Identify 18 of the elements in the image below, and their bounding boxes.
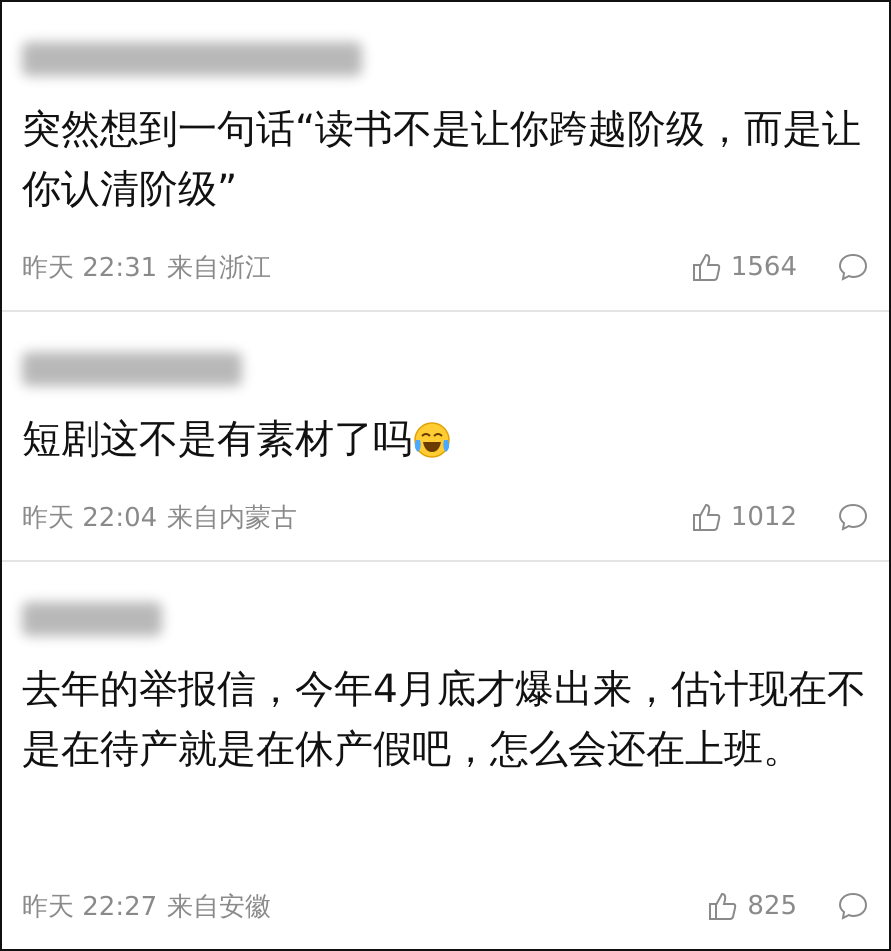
like-count: 1012 bbox=[730, 502, 797, 532]
comment-icon[interactable] bbox=[837, 501, 869, 533]
comment-icon[interactable] bbox=[837, 251, 869, 283]
comment-time: 昨天 22:31 bbox=[22, 252, 158, 284]
comment-text: 去年的举报信，今年4月底才爆出来，估计现在不是在待产就是在休产假吧，怎么会还在上班。 bbox=[22, 666, 867, 774]
comment-time: 昨天 22:04 bbox=[22, 502, 158, 534]
comment-text: 突然想到一句话“读书不是让你跨越阶级，而是让你认清阶级” bbox=[22, 106, 862, 214]
thumbs-up-icon[interactable] bbox=[690, 251, 723, 283]
comment-location: 来自安徽 bbox=[167, 890, 272, 924]
comment-icon[interactable] bbox=[837, 890, 869, 922]
thumbs-up-icon[interactable] bbox=[690, 501, 723, 533]
comment-time: 昨天 22:27 bbox=[22, 890, 158, 924]
like-count: 825 bbox=[747, 891, 797, 921]
laughing-crying-emoji-icon bbox=[412, 420, 452, 460]
comment-text: 短剧这不是有素材了吗 bbox=[22, 416, 412, 464]
like-count: 1564 bbox=[730, 252, 797, 282]
comment-location: 来自浙江 bbox=[167, 252, 272, 284]
comment-location: 来自内蒙古 bbox=[167, 502, 298, 534]
